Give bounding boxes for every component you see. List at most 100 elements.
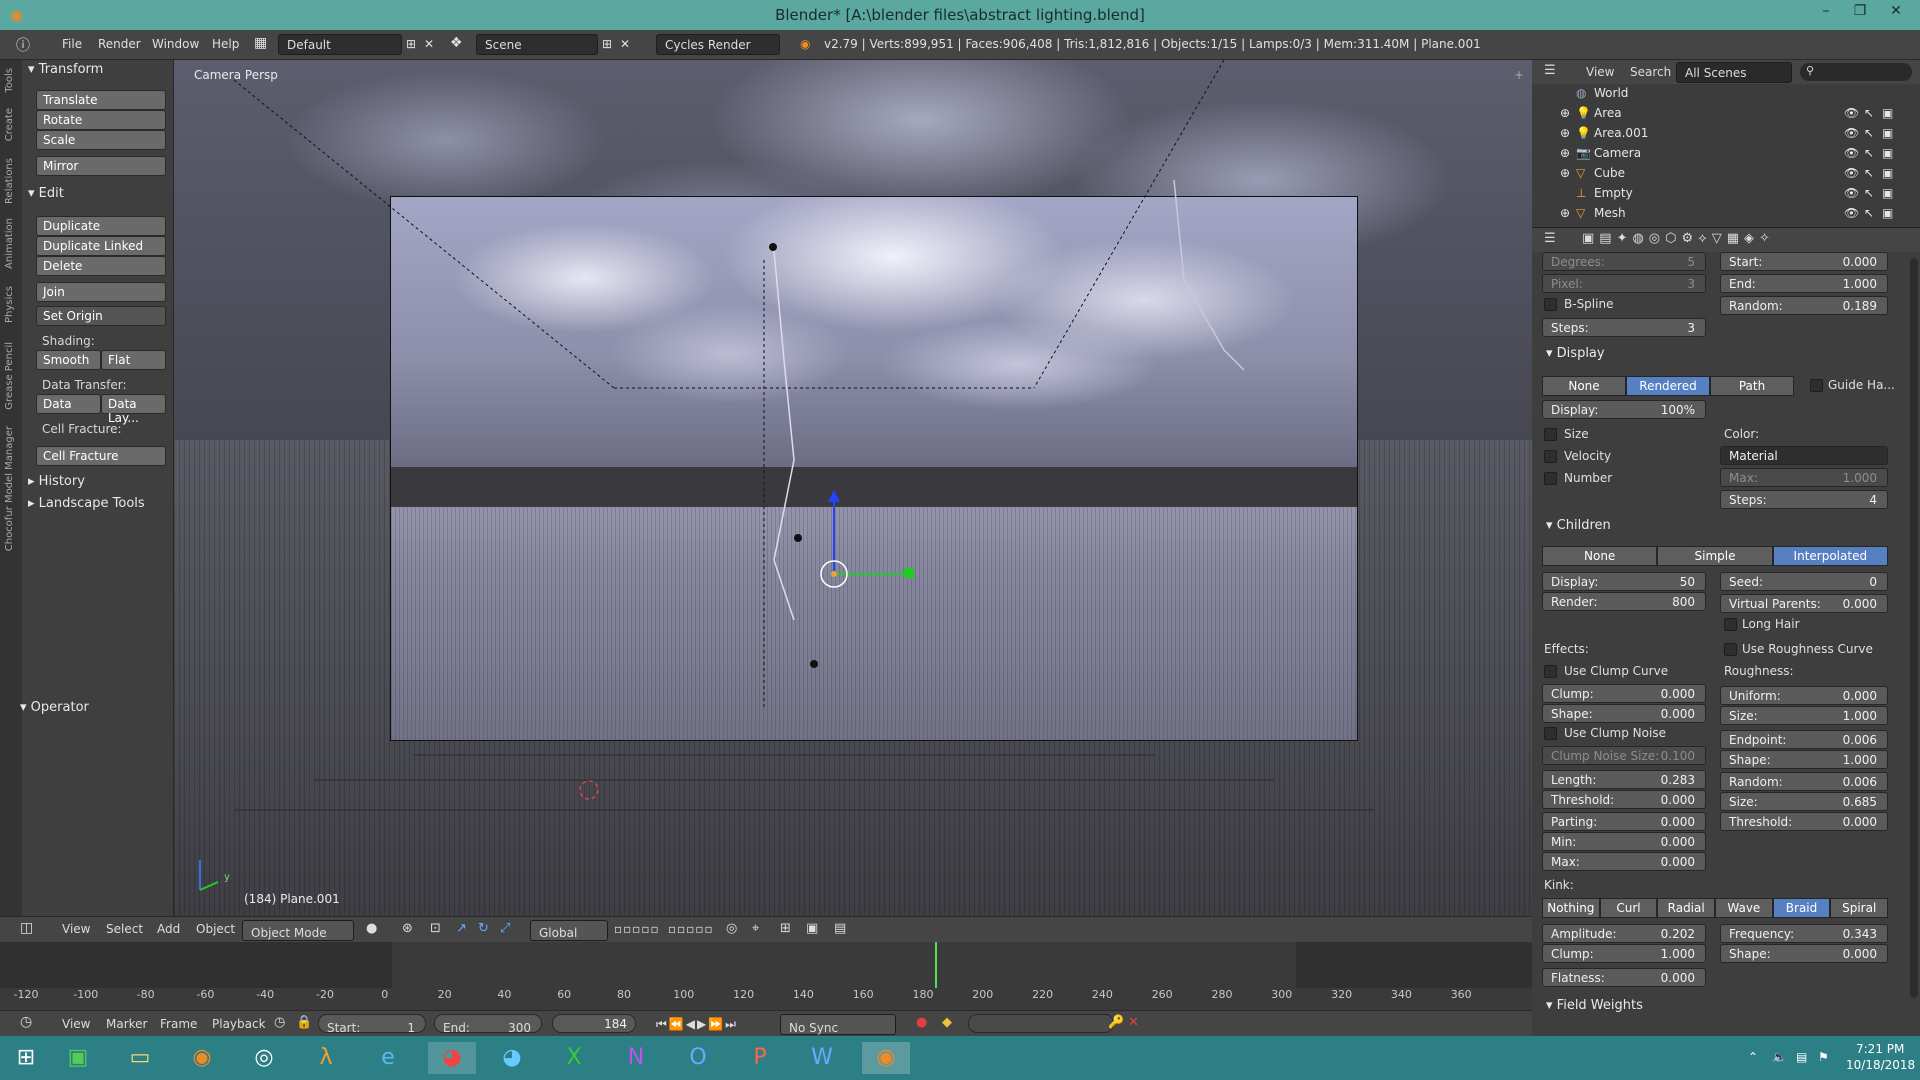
- firefox-icon[interactable]: ◉: [184, 1042, 220, 1074]
- children-simple-button[interactable]: Simple: [1657, 546, 1773, 566]
- playback-menu[interactable]: Playback: [212, 1017, 266, 1031]
- editor-type-icon[interactable]: ⓘ: [16, 35, 30, 55]
- transform-panel-header[interactable]: ▾ Transform: [28, 62, 103, 77]
- delete-button[interactable]: Delete: [36, 256, 166, 276]
- children-interpolated-button[interactable]: Interpolated: [1772, 546, 1888, 566]
- sync-mode-select[interactable]: No Sync: [780, 1014, 896, 1035]
- 3d-viewport[interactable]: Camera Persp y (184) Plane.001 +: [174, 60, 1532, 916]
- children-panel-header[interactable]: ▾ Children: [1546, 518, 1611, 533]
- tab-chocofur-model-manager[interactable]: Chocofur Model Manager: [4, 426, 15, 551]
- landscape-tools-panel-header[interactable]: ▸ Landscape Tools: [28, 496, 145, 511]
- store-icon[interactable]: ▣: [60, 1042, 96, 1074]
- data-layout-button[interactable]: Data Lay...: [101, 394, 166, 425]
- tray-flag-icon[interactable]: ⚑: [1818, 1050, 1829, 1064]
- marker-menu[interactable]: Marker: [106, 1017, 147, 1031]
- frequency-field[interactable]: Frequency: 0.343: [1720, 924, 1888, 943]
- visibility-icon[interactable]: 👁: [1844, 106, 1859, 120]
- children-render-field[interactable]: Render: 800: [1542, 592, 1706, 611]
- visibility-icon[interactable]: 👁: [1844, 166, 1859, 180]
- selectable-icon[interactable]: ↖: [1864, 166, 1874, 180]
- outlook-icon[interactable]: O: [680, 1042, 716, 1074]
- virtual-parents-field[interactable]: Virtual Parents: 0.000: [1720, 594, 1888, 613]
- internet-explorer-icon[interactable]: e: [370, 1042, 406, 1074]
- scale-manipulator-icon[interactable]: ⤢: [500, 921, 510, 936]
- outliner-search-input[interactable]: ⚲: [1800, 63, 1912, 81]
- render-engine-select[interactable]: Cycles Render: [656, 34, 780, 55]
- outliner-item-area-001[interactable]: ⊕ 💡 Area.001 👁 ↖ ▣: [1532, 126, 1920, 146]
- steps-field[interactable]: Steps: 3: [1542, 318, 1706, 337]
- proportional-edit-icon[interactable]: ◎: [726, 921, 737, 936]
- timeline-view-menu[interactable]: View: [62, 1017, 90, 1031]
- selectable-icon[interactable]: ↖: [1864, 146, 1874, 160]
- playback-controls-icons[interactable]: ⏮⏪◀▶⏩⏭: [656, 1017, 738, 1032]
- screen-layout-icon[interactable]: ▦: [254, 35, 267, 51]
- layers-grid-b[interactable]: ▫▫▫▫▫: [668, 922, 714, 936]
- outliner-item-world[interactable]: ◍ World: [1532, 86, 1920, 106]
- random-field[interactable]: Random: 0.189: [1720, 296, 1888, 315]
- blender-taskbar-icon[interactable]: ◉: [862, 1042, 910, 1074]
- lock-range-icon[interactable]: 🔒: [296, 1015, 312, 1030]
- tab-animation[interactable]: Animation: [4, 218, 15, 269]
- rotate-button[interactable]: Rotate: [36, 110, 166, 130]
- display-panel-header[interactable]: ▾ Display: [1546, 346, 1605, 361]
- tab-tools[interactable]: Tools: [4, 68, 15, 93]
- object-menu[interactable]: Object: [196, 922, 235, 936]
- velocity-checkbox[interactable]: [1544, 450, 1557, 463]
- file-explorer-icon[interactable]: ▭: [122, 1042, 158, 1074]
- timeline[interactable]: -120 -100 -80 -60 -40 -20 0 20 40 60 80 100 120 140 16…: [0, 942, 1532, 1010]
- tray-up-arrow-icon[interactable]: ⌃: [1748, 1050, 1758, 1064]
- cell-fracture-button[interactable]: Cell Fracture: [36, 446, 166, 466]
- flatness-field[interactable]: Flatness: 0.000: [1542, 968, 1706, 987]
- visibility-icon[interactable]: 👁: [1844, 186, 1859, 200]
- flat-button[interactable]: Flat: [101, 350, 166, 370]
- expand-icon[interactable]: ⊕: [1560, 166, 1570, 180]
- outliner-view-menu[interactable]: View: [1586, 65, 1614, 79]
- length-field[interactable]: Length: 0.283: [1542, 770, 1706, 789]
- clock-time[interactable]: 7:21 PM: [1856, 1042, 1904, 1056]
- timeline-editor-icon[interactable]: ◷: [20, 1014, 32, 1030]
- start-frame-field[interactable]: Start: 1: [318, 1014, 426, 1035]
- endpoint-shape-field[interactable]: Shape: 1.000: [1720, 750, 1888, 769]
- operator-panel-header[interactable]: ▾ Operator: [20, 700, 89, 715]
- selectable-icon[interactable]: ↖: [1864, 126, 1874, 140]
- render-animation-icon[interactable]: ▤: [834, 921, 846, 936]
- windows-start-icon[interactable]: ⊞: [8, 1042, 44, 1074]
- manipulator-icon[interactable]: ⊡: [430, 921, 441, 936]
- opengl-render-icon[interactable]: ▣: [806, 921, 818, 936]
- properties-editor-icon[interactable]: ☰: [1544, 231, 1556, 246]
- display-percent-field[interactable]: Display: 100%: [1542, 400, 1706, 419]
- render-icon[interactable]: ▣: [1882, 146, 1893, 160]
- minimize-button[interactable]: –: [1812, 3, 1840, 19]
- long-hair-checkbox[interactable]: [1724, 618, 1737, 631]
- expand-icon[interactable]: ⊕: [1560, 206, 1570, 220]
- roughness-threshold-field[interactable]: Threshold: 0.000: [1720, 812, 1888, 831]
- clump-field[interactable]: Clump: 0.000: [1542, 684, 1706, 703]
- excel-icon[interactable]: X: [556, 1042, 592, 1074]
- kink-clump-field[interactable]: Clump: 1.000: [1542, 944, 1706, 963]
- visibility-icon[interactable]: 👁: [1844, 126, 1859, 140]
- kink-spiral-button[interactable]: Spiral: [1830, 898, 1889, 918]
- gizmo-x-handle[interactable]: [904, 568, 914, 578]
- outliner-item-area[interactable]: ⊕ 💡 Area 👁 ↖ ▣: [1532, 106, 1920, 126]
- duplicate-linked-button[interactable]: Duplicate Linked: [36, 236, 166, 256]
- viewport-corner-plus-icon[interactable]: +: [1514, 68, 1524, 82]
- visibility-icon[interactable]: 👁: [1844, 206, 1859, 220]
- scale-button[interactable]: Scale: [36, 130, 166, 150]
- use-roughness-curve-checkbox[interactable]: [1724, 643, 1737, 656]
- render-icon[interactable]: ▣: [1882, 186, 1893, 200]
- history-panel-header[interactable]: ▸ History: [28, 474, 85, 489]
- menu-file[interactable]: File: [62, 37, 82, 51]
- delete-keyframe-icon[interactable]: ✕: [1128, 1015, 1139, 1030]
- 3d-cursor-icon[interactable]: [579, 780, 599, 800]
- set-origin-dropdown[interactable]: Set Origin: [36, 306, 166, 326]
- mirror-button[interactable]: Mirror: [36, 156, 166, 176]
- remove-scene-icon[interactable]: ✕: [620, 37, 630, 51]
- tab-physics[interactable]: Physics: [4, 286, 15, 323]
- kink-curl-button[interactable]: Curl: [1599, 898, 1658, 918]
- uniform-field[interactable]: Uniform: 0.000: [1720, 686, 1888, 705]
- start-field[interactable]: Start: 0.000: [1720, 252, 1888, 271]
- max-field[interactable]: Max: 1.000: [1720, 468, 1888, 487]
- render-icon[interactable]: ▣: [1882, 166, 1893, 180]
- lamp-point-top[interactable]: [769, 243, 777, 251]
- use-clump-curve-checkbox[interactable]: [1544, 665, 1557, 678]
